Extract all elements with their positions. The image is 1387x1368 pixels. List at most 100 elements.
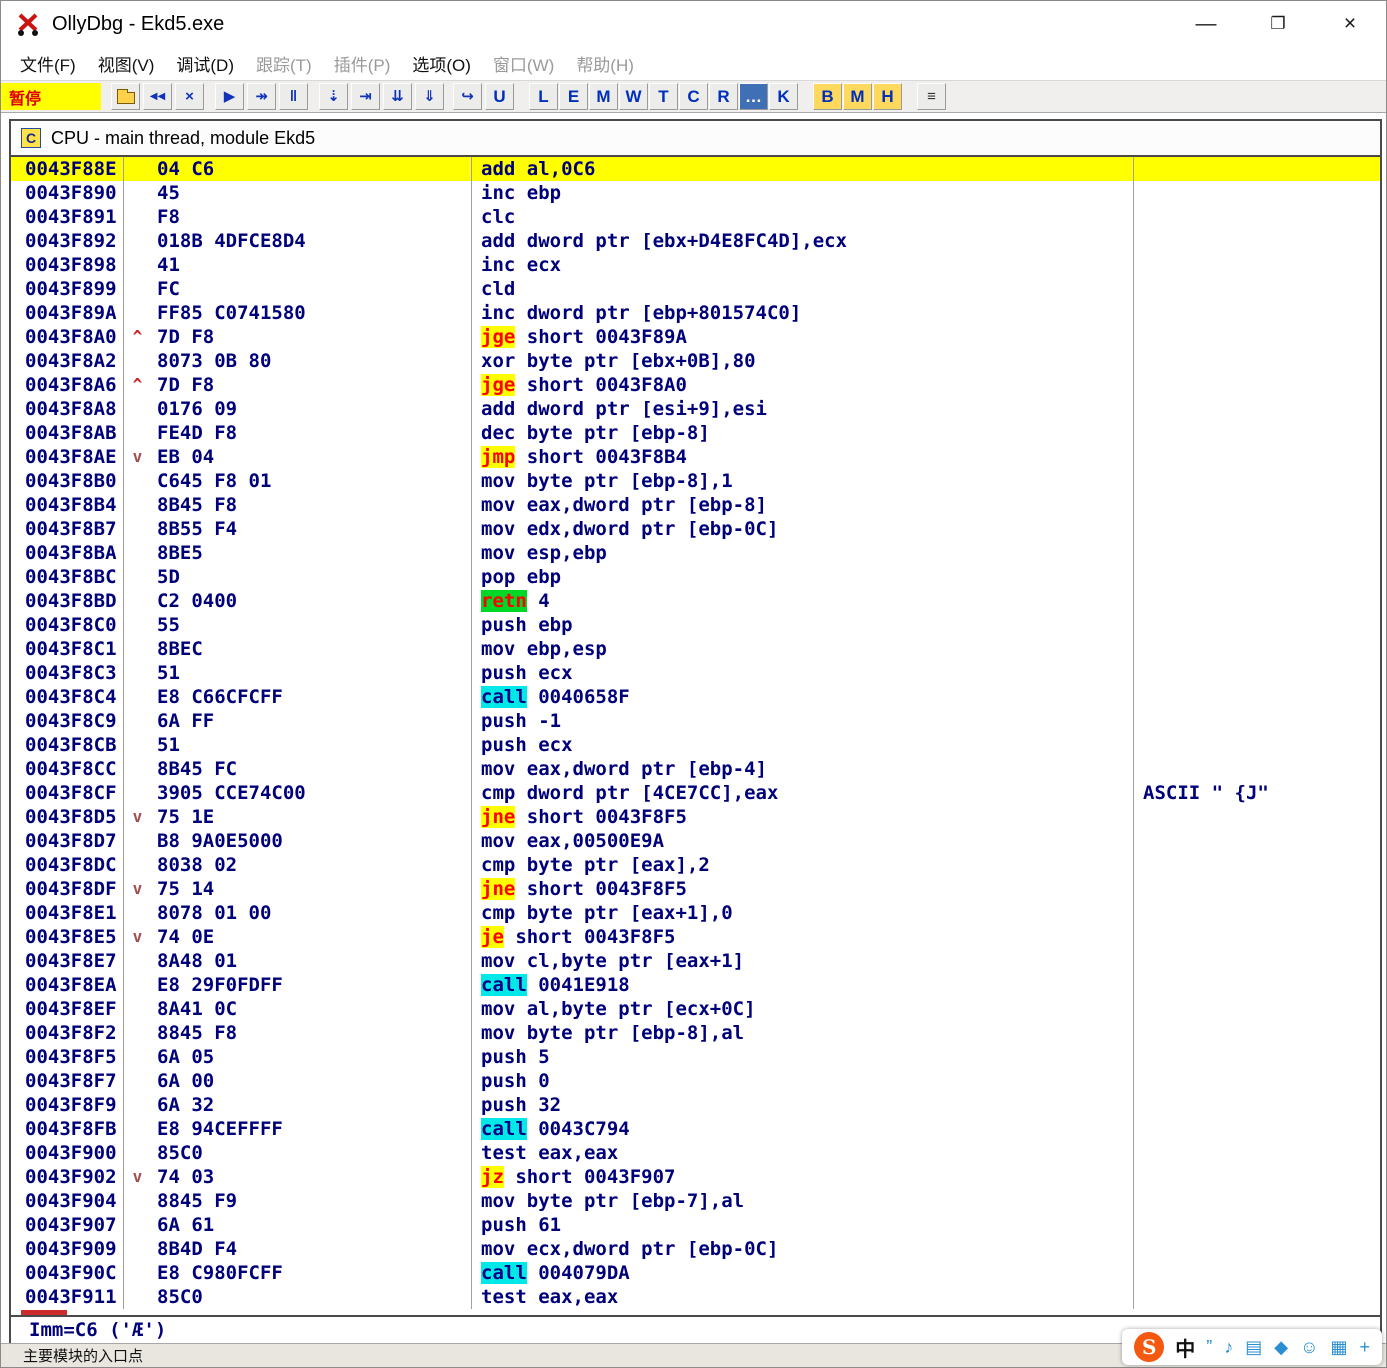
grid-icon[interactable]: ▦	[1330, 1338, 1347, 1356]
disasm-row[interactable]: 0043F8E78A48 01mov cl,byte ptr [eax+1]	[11, 949, 1380, 973]
resume-button[interactable]: ↠	[247, 83, 276, 110]
step-over-button[interactable]: ⇥	[351, 83, 380, 110]
disasm-row[interactable]: 0043F8C96A FFpush -1	[11, 709, 1380, 733]
keyboard-icon[interactable]: ▤	[1245, 1338, 1262, 1356]
emoji-icon[interactable]: ☺	[1300, 1338, 1318, 1356]
execute-till-return-button[interactable]: ↪	[453, 83, 482, 110]
run-button[interactable]: ▶	[215, 83, 244, 110]
disasm-row[interactable]: 0043F89045inc ebp	[11, 181, 1380, 205]
disasm-row[interactable]: 0043F88E04 C6add al,0C6	[11, 157, 1380, 181]
menu-help[interactable]: 帮助(H)	[565, 51, 645, 76]
windows-window-button[interactable]: W	[619, 83, 648, 110]
menu-trace[interactable]: 跟踪(T)	[245, 51, 323, 76]
close-button[interactable]: ×	[1314, 1, 1386, 47]
disasm-row[interactable]: 0043F8CC8B45 FCmov eax,dword ptr [ebp-4]	[11, 757, 1380, 781]
menu-view[interactable]: 视图(V)	[87, 51, 166, 76]
disasm-row[interactable]: 0043F8C4E8 C66CFCFFcall 0040658F	[11, 685, 1380, 709]
disasm-row[interactable]: 0043F8BDC2 0400retn 4	[11, 589, 1380, 613]
disasm-row[interactable]: 0043F8BA8BE5mov esp,ebp	[11, 541, 1380, 565]
disasm-row[interactable]: 0043F8A6^7D F8jge short 0043F8A0	[11, 373, 1380, 397]
cpu-window-titlebar[interactable]: C CPU - main thread, module Ekd5	[11, 121, 1380, 157]
disasm-row[interactable]: 0043F8BC5Dpop ebp	[11, 565, 1380, 589]
title-bar[interactable]: OllyDbg - Ekd5.exe — ❐ ×	[1, 1, 1386, 47]
disasm-row[interactable]: 0043F8CB51push ecx	[11, 733, 1380, 757]
disasm-row[interactable]: 0043F8B78B55 F4mov edx,dword ptr [ebp-0C…	[11, 517, 1380, 541]
arrow-spacer	[124, 1237, 151, 1261]
sogou-logo-icon[interactable]: S	[1134, 1332, 1164, 1362]
disasm-row[interactable]: 0043F8F56A 05push 5	[11, 1045, 1380, 1069]
menu-windows[interactable]: 窗口(W)	[482, 51, 565, 76]
disasm-row[interactable]: 0043F9048845 F9mov byte ptr [ebp-7],al	[11, 1189, 1380, 1213]
references-window-button[interactable]: R	[709, 83, 738, 110]
disasm-row[interactable]: 0043F8F96A 32push 32	[11, 1093, 1380, 1117]
animate-over-button[interactable]: ⇓	[415, 83, 444, 110]
disasm-row[interactable]: 0043F892018B 4DFCE8D4add dword ptr [ebx+…	[11, 229, 1380, 253]
disasm-row[interactable]: 0043F8A28073 0B 80xor byte ptr [ebx+0B],…	[11, 349, 1380, 373]
disasm-row[interactable]: 0043F891F8clc	[11, 205, 1380, 229]
disasm-row[interactable]: 0043F8B0C645 F8 01mov byte ptr [ebp-8],1	[11, 469, 1380, 493]
animate-into-button[interactable]: ⇊	[383, 83, 412, 110]
hardware-breakpoints-button[interactable]: H	[873, 83, 902, 110]
log-window-button[interactable]: L	[529, 83, 558, 110]
disasm-row[interactable]: 0043F8A80176 09add dword ptr [esi+9],esi	[11, 397, 1380, 421]
pause-button[interactable]: ‖	[279, 83, 308, 110]
disasm-row[interactable]: 0043F8EAE8 29F0FDFFcall 0041E918	[11, 973, 1380, 997]
disasm-row[interactable]: 0043F8C055push ebp	[11, 613, 1380, 637]
disasm-row[interactable]: 0043F8E5v74 0Eje short 0043F8F5	[11, 925, 1380, 949]
disasm-row[interactable]: 0043F8AEvEB 04jmp short 0043F8B4	[11, 445, 1380, 469]
punctuation-mode-icon[interactable]: ”	[1206, 1338, 1212, 1356]
threads-window-button[interactable]: T	[649, 83, 678, 110]
disasm-row[interactable]: 0043F90CE8 C980FCFFcall 004079DA	[11, 1261, 1380, 1285]
disasm-row[interactable]: 0043F902v74 03jz short 0043F907	[11, 1165, 1380, 1189]
toolbox-icon[interactable]: ◆	[1274, 1338, 1288, 1356]
disassembly-pane[interactable]: 0043F88E04 C6add al,0C60043F89045inc ebp…	[11, 157, 1380, 1315]
disasm-row[interactable]: 0043F8D5v75 1Ejne short 0043F8F5	[11, 805, 1380, 829]
menu-plugins[interactable]: 插件(P)	[323, 51, 402, 76]
window-list-button[interactable]: ≡	[917, 83, 946, 110]
go-to-user-code-button[interactable]: U	[485, 83, 514, 110]
disasm-row[interactable]: 0043F89AFF85 C0741580inc dword ptr [ebp+…	[11, 301, 1380, 325]
close-program-button[interactable]: ×	[175, 83, 204, 110]
disasm-row[interactable]: 0043F91185C0test eax,eax	[11, 1285, 1380, 1309]
arrow-spacer	[124, 709, 151, 733]
cpu-window-button[interactable]: C	[679, 83, 708, 110]
executables-window-button[interactable]: E	[559, 83, 588, 110]
int3-breakpoints-button[interactable]: B	[813, 83, 842, 110]
disasm-row[interactable]: 0043F8DFv75 14jne short 0043F8F5	[11, 877, 1380, 901]
disasm-row[interactable]: 0043F8EF8A41 0Cmov al,byte ptr [ecx+0C]	[11, 997, 1380, 1021]
disasm-row[interactable]: 0043F9076A 61push 61	[11, 1213, 1380, 1237]
menu-file[interactable]: 文件(F)	[9, 51, 87, 76]
voice-input-icon[interactable]: ♪	[1224, 1338, 1233, 1356]
arrow-spacer	[124, 1213, 151, 1237]
disasm-row[interactable]: 0043F8C351push ecx	[11, 661, 1380, 685]
disasm-row[interactable]: 0043F8E18078 01 00cmp byte ptr [eax+1],0	[11, 901, 1380, 925]
disasm-row[interactable]: 0043F8F28845 F8mov byte ptr [ebp-8],al	[11, 1021, 1380, 1045]
disasm-row[interactable]: 0043F8ABFE4D F8dec byte ptr [ebp-8]	[11, 421, 1380, 445]
disasm-row[interactable]: 0043F8B48B45 F8mov eax,dword ptr [ebp-8]	[11, 493, 1380, 517]
menu-debug[interactable]: 调试(D)	[165, 51, 245, 76]
disasm-row[interactable]: 0043F8D7B8 9A0E5000mov eax,00500E9A	[11, 829, 1380, 853]
restart-button[interactable]: ◀◀	[143, 83, 172, 110]
disasm-row[interactable]: 0043F8C18BECmov ebp,esp	[11, 637, 1380, 661]
disasm-row[interactable]: 0043F8DC8038 02cmp byte ptr [eax],2	[11, 853, 1380, 877]
maximize-button[interactable]: ❐	[1242, 1, 1314, 47]
settings-icon[interactable]: +	[1359, 1338, 1370, 1356]
disasm-row[interactable]: 0043F8CF3905 CCE74C00cmp dword ptr [4CE7…	[11, 781, 1380, 805]
memory-window-button[interactable]: M	[589, 83, 618, 110]
disasm-row[interactable]: 0043F90085C0test eax,eax	[11, 1141, 1380, 1165]
disasm-row[interactable]: 0043F9098B4D F4mov ecx,dword ptr [ebp-0C…	[11, 1237, 1380, 1261]
step-into-button[interactable]: ⇣	[319, 83, 348, 110]
open-file-button[interactable]	[111, 83, 140, 110]
disasm-row[interactable]: 0043F8FBE8 94CEFFFFcall 0043C794	[11, 1117, 1380, 1141]
ime-toolbar[interactable]: S 中 ” ♪ ▤ ◆ ☺ ▦ +	[1122, 1329, 1382, 1365]
minimize-button[interactable]: —	[1170, 1, 1242, 47]
disasm-row[interactable]: 0043F89841inc ecx	[11, 253, 1380, 277]
run-trace-button[interactable]: …	[739, 83, 768, 110]
disasm-row[interactable]: 0043F8A0^7D F8jge short 0043F89A	[11, 325, 1380, 349]
memory-breakpoints-button[interactable]: M	[843, 83, 872, 110]
disasm-row[interactable]: 0043F899FCcld	[11, 277, 1380, 301]
ime-mode-indicator[interactable]: 中	[1175, 1333, 1195, 1362]
menu-options[interactable]: 选项(O)	[401, 51, 482, 76]
call-stack-window-button[interactable]: K	[769, 83, 798, 110]
disasm-row[interactable]: 0043F8F76A 00push 0	[11, 1069, 1380, 1093]
